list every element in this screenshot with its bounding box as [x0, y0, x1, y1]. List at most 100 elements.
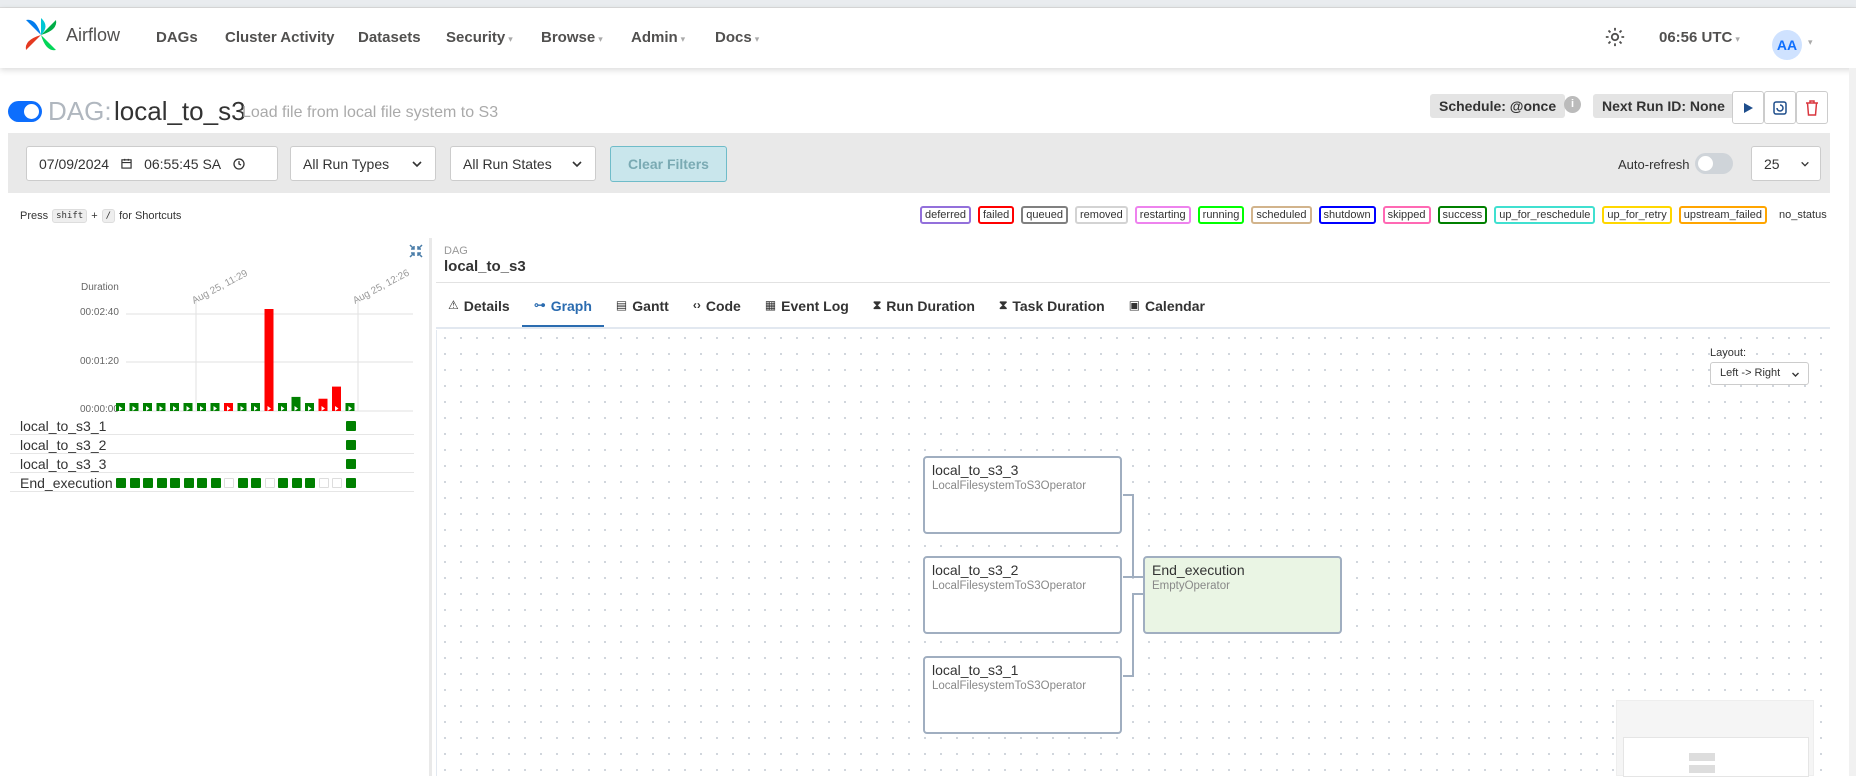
task-instance-cell[interactable]	[305, 478, 315, 488]
legend-upstream-failed[interactable]: upstream_failed	[1678, 206, 1767, 224]
task-instance-cell[interactable]	[129, 478, 140, 488]
graph-minimap[interactable]	[1616, 700, 1814, 777]
task-instance-cell[interactable]	[210, 478, 221, 488]
num-runs-select[interactable]: 25	[1751, 146, 1821, 181]
task-instance-cell[interactable]	[143, 478, 153, 488]
clock-time[interactable]: 06:56 UTC ▾	[1659, 29, 1740, 46]
node-title: End_execution	[1152, 562, 1245, 578]
task-instance-cell[interactable]	[116, 478, 126, 488]
legend-no-status[interactable]: no_status	[1774, 206, 1832, 224]
task-instance-cell[interactable]	[345, 478, 356, 488]
trigger-dag-button[interactable]	[1732, 91, 1764, 124]
task-node-local_to_s3_1[interactable]: local_to_s3_1 LocalFilesystemToS3Operato…	[923, 656, 1122, 734]
nav-cluster-activity[interactable]: Cluster Activity	[225, 29, 334, 46]
task-node-local_to_s3_3[interactable]: local_to_s3_3 LocalFilesystemToS3Operato…	[923, 456, 1122, 534]
info-icon[interactable]: i	[1564, 96, 1581, 113]
nav-datasets[interactable]: Datasets	[358, 29, 421, 46]
task-instance-cell[interactable]	[345, 421, 356, 431]
nav-dags[interactable]: DAGs	[156, 29, 198, 46]
legend-failed[interactable]: failed	[977, 206, 1015, 224]
gear-icon[interactable]	[1604, 26, 1626, 48]
run-states-select[interactable]: All Run States	[450, 146, 596, 181]
task-instance-cell[interactable]	[345, 459, 356, 469]
legend-removed[interactable]: removed	[1075, 206, 1128, 224]
nav-admin[interactable]: Admin ▾	[631, 29, 685, 46]
legend-deferred[interactable]: deferred	[920, 206, 971, 224]
collapse-icon[interactable]	[408, 243, 424, 259]
legend-running[interactable]: running	[1197, 206, 1245, 224]
clear-filters-button[interactable]: Clear Filters	[610, 146, 727, 182]
dag-pause-toggle[interactable]	[8, 101, 42, 122]
run-duration-chart: Duration 00:02:40 00:01:20 00:00:00 Aug …	[80, 267, 413, 415]
layout-label: Layout:	[1710, 347, 1747, 359]
minimap-viewport[interactable]	[1623, 737, 1809, 777]
autorefresh-label: Auto-refresh	[1618, 157, 1690, 172]
tab-gantt[interactable]: ▤ Gantt	[604, 288, 681, 328]
legend-up-for-retry[interactable]: up_for_retry	[1602, 206, 1672, 224]
breadcrumb-dag-name[interactable]: local_to_s3	[444, 258, 526, 275]
delete-dag-button[interactable]	[1796, 91, 1828, 124]
task-instance-cell[interactable]	[345, 440, 356, 450]
task-row-label[interactable]: local_to_s3_2	[20, 437, 106, 453]
clock-icon[interactable]	[233, 157, 245, 170]
tab-run-duration[interactable]: ⧗ Run Duration	[861, 288, 987, 328]
task-instance-cell[interactable]	[183, 478, 194, 488]
refresh-dag-button[interactable]	[1764, 91, 1796, 124]
task-instance-cell[interactable]	[197, 478, 207, 488]
nav-security[interactable]: Security ▾	[446, 29, 513, 46]
task-instance-cell[interactable]	[156, 478, 167, 488]
task-row-label[interactable]: local_to_s3_3	[20, 456, 106, 472]
nav-datasets-label: Datasets	[358, 29, 421, 46]
legend-shutdown[interactable]: shutdown	[1318, 206, 1376, 224]
task-row-label[interactable]: local_to_s3_1	[20, 418, 106, 434]
task-instance-cell[interactable]	[264, 478, 275, 488]
chevron-down-icon[interactable]: ▾	[1808, 37, 1813, 48]
nav-docs[interactable]: Docs ▾	[715, 29, 759, 46]
nav-browse[interactable]: Browse ▾	[541, 29, 603, 46]
tab-code[interactable]: ‹› Code	[681, 288, 753, 328]
base-date-input[interactable]: 07/09/2024 06:55:45 SA	[26, 146, 278, 181]
run-types-value: All Run Types	[303, 156, 390, 172]
chevron-down-icon: ▾	[754, 34, 760, 44]
view-tabs: ⚠ Details ⊶ Graph ▤ Gantt ‹› Code ▦ Event Log ⧗ Run…	[436, 288, 1217, 328]
legend-scheduled[interactable]: scheduled	[1251, 206, 1312, 224]
chevron-down-icon: ▾	[598, 34, 603, 44]
tab-task-duration[interactable]: ⧗ Task Duration	[987, 288, 1117, 328]
task-node-local_to_s3_2[interactable]: local_to_s3_2 LocalFilesystemToS3Operato…	[923, 556, 1122, 634]
tick-label: 00:02:40	[80, 307, 119, 318]
chevron-down-icon	[1792, 372, 1799, 377]
task-row-label[interactable]: End_execution	[20, 475, 113, 491]
task-instance-cell[interactable]	[237, 478, 248, 488]
task-node-end_execution[interactable]: End_execution EmptyOperator	[1143, 556, 1342, 634]
num-runs-value: 25	[1764, 156, 1780, 172]
panel-resizer[interactable]	[429, 238, 432, 776]
task-instance-cell[interactable]	[291, 478, 302, 488]
legend-skipped[interactable]: skipped	[1382, 206, 1431, 224]
tab-graph[interactable]: ⊶ Graph	[521, 288, 604, 328]
layout-select[interactable]: Left -> Right	[1710, 362, 1809, 385]
calendar-icon[interactable]	[121, 158, 132, 169]
graph-icon: ⊶	[533, 298, 546, 312]
legend-restarting[interactable]: restarting	[1134, 206, 1191, 224]
task-instance-cell[interactable]	[332, 478, 342, 488]
tab-calendar[interactable]: ▣ Calendar	[1117, 288, 1217, 328]
user-avatar[interactable]: AA	[1772, 30, 1802, 60]
autorefresh-toggle[interactable]	[1695, 153, 1733, 174]
legend-queued[interactable]: queued	[1021, 206, 1068, 224]
task-instance-cell[interactable]	[251, 478, 261, 488]
code-icon: ‹›	[692, 298, 701, 312]
task-instance-cell[interactable]	[170, 478, 180, 488]
run-duration-bar[interactable]	[264, 309, 274, 411]
row-divider	[10, 453, 414, 454]
legend-success[interactable]: success	[1437, 206, 1488, 224]
task-instance-cell[interactable]	[318, 478, 329, 488]
run-types-select[interactable]: All Run Types	[290, 146, 436, 181]
airflow-logo[interactable]: Airflow	[22, 16, 120, 54]
page-scrollbar[interactable]	[1849, 68, 1856, 776]
tab-details[interactable]: ⚠ Details	[436, 288, 522, 328]
shortcuts-hint: Press shift + / for Shortcuts	[20, 209, 181, 223]
tab-event-log[interactable]: ▦ Event Log	[753, 288, 861, 328]
task-instance-cell[interactable]	[278, 478, 288, 488]
legend-up-for-reschedule[interactable]: up_for_reschedule	[1494, 206, 1596, 224]
task-instance-cell[interactable]	[224, 478, 234, 488]
